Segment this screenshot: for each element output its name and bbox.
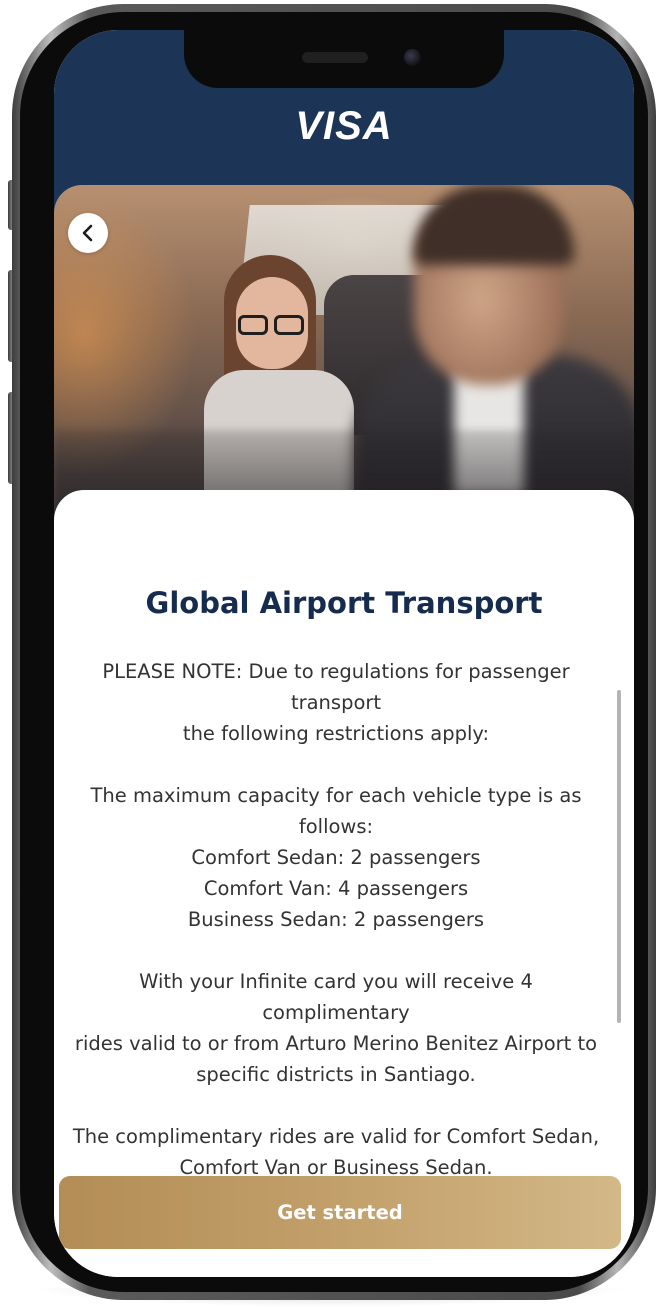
details-panel: Global Airport Transport PLEASE NOTE: Du… bbox=[54, 490, 634, 1277]
text-line: Business Sedan: 2 passengers bbox=[187, 908, 485, 931]
text-line: specific districts in Santiago. bbox=[196, 1063, 476, 1086]
text-line: The complimentary rides are valid for Co… bbox=[72, 1125, 600, 1148]
back-button[interactable] bbox=[68, 213, 108, 253]
phone-notch bbox=[184, 30, 504, 88]
text-line: PLEASE NOTE: Due to regulations for pass… bbox=[102, 660, 570, 714]
text-line: With your Infinite card you will receive… bbox=[139, 970, 533, 1024]
chevron-left-icon bbox=[82, 224, 93, 242]
text-line: rides valid to or from Arturo Merino Ben… bbox=[74, 1032, 598, 1055]
capacity-paragraph: The maximum capacity for each vehicle ty… bbox=[66, 780, 606, 935]
terms-text: PLEASE NOTE: Due to regulations for pass… bbox=[66, 656, 606, 1214]
front-camera bbox=[404, 49, 421, 66]
text-line: Comfort Van: 4 passengers bbox=[203, 877, 469, 900]
text-line: The maximum capacity for each vehicle ty… bbox=[90, 784, 582, 838]
passenger-glasses bbox=[234, 315, 310, 337]
phone-screen: VISA Global Airport Transport PLEASE NOT… bbox=[54, 30, 634, 1277]
notice-paragraph: PLEASE NOTE: Due to regulations for pass… bbox=[66, 656, 606, 749]
text-line: Comfort Sedan: 2 passengers bbox=[191, 846, 481, 869]
driver-hair bbox=[414, 185, 574, 265]
validity-paragraph: The complimentary rides are valid for Co… bbox=[66, 1121, 606, 1183]
get-started-button[interactable]: Get started bbox=[59, 1176, 621, 1249]
text-line: the following restrictions apply: bbox=[182, 722, 490, 745]
earpiece-speaker bbox=[302, 52, 368, 63]
visa-logo: VISA bbox=[295, 104, 393, 148]
rides-paragraph: With your Infinite card you will receive… bbox=[66, 966, 606, 1090]
page-title: Global Airport Transport bbox=[145, 586, 543, 620]
scrollbar[interactable] bbox=[617, 690, 621, 1023]
